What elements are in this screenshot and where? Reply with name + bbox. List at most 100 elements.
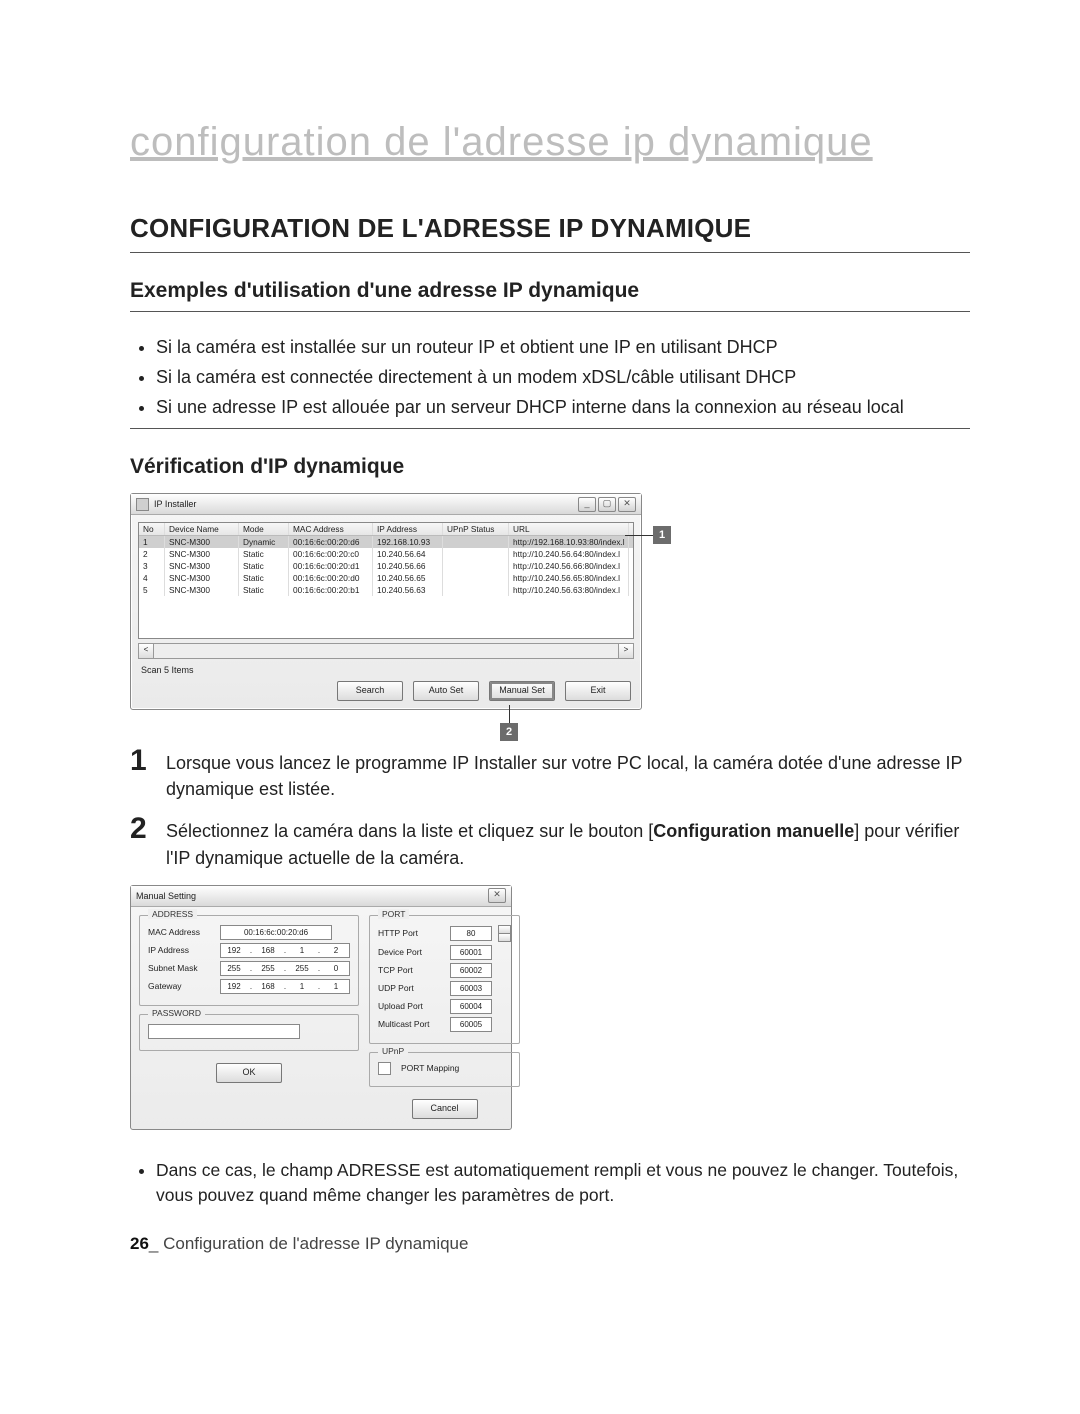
col-ip: IP Address (373, 523, 443, 535)
page-footer: 26_ Configuration de l'adresse IP dynami… (130, 1234, 970, 1254)
upload-port-label: Upload Port (378, 1001, 444, 1011)
callout-badge: 1 (653, 526, 671, 544)
callout-line (509, 705, 510, 723)
maximize-button[interactable]: ▢ (598, 497, 616, 512)
examples-list: Si la caméra est installée sur un routeu… (130, 334, 970, 420)
upnp-checkbox[interactable] (378, 1062, 391, 1075)
page-banner: configuration de l'adresse ip dynamique (130, 120, 970, 165)
table-row[interactable]: 5 SNC-M300 Static 00:16:6c:00:20:b1 10.2… (139, 584, 633, 596)
mac-label: MAC Address (148, 927, 214, 937)
titlebar: IP Installer _ ▢ ✕ (131, 494, 641, 515)
step-number: 1 (130, 746, 154, 802)
left-col: ADDRESS MAC Address 00:16:6c:00:20:d6 IP… (139, 915, 359, 1121)
close-button[interactable]: ✕ (488, 888, 506, 903)
table-row[interactable]: 2 SNC-M300 Static 00:16:6c:00:20:c0 10.2… (139, 548, 633, 560)
section-title: CONFIGURATION DE L'ADRESSE IP DYNAMIQUE (130, 213, 970, 244)
table-row[interactable]: 3 SNC-M300 Static 00:16:6c:00:20:d1 10.2… (139, 560, 633, 572)
list-item: Si une adresse IP est allouée par un ser… (156, 394, 970, 420)
http-port-label: HTTP Port (378, 928, 444, 938)
scroll-right-icon[interactable]: > (618, 643, 634, 659)
table-row[interactable]: 4 SNC-M300 Static 00:16:6c:00:20:d0 10.2… (139, 572, 633, 584)
app-icon (136, 498, 149, 511)
ip-installer-window: IP Installer _ ▢ ✕ No Device Name Mode M… (130, 493, 642, 710)
status-text: Scan 5 Items (131, 663, 641, 681)
window-buttons: ✕ (488, 888, 506, 903)
callout-2: 2 (500, 705, 518, 741)
callout-1: 1 (625, 526, 671, 544)
device-port-label: Device Port (378, 947, 444, 957)
subnet-field[interactable]: 255. 255. 255. 0 (220, 961, 350, 976)
password-field[interactable] (148, 1024, 300, 1039)
col-mode: Mode (239, 523, 289, 535)
button-row: Search Auto Set Manual Set Exit (131, 681, 641, 709)
manualset-button[interactable]: Manual Set (489, 681, 555, 701)
address-group: ADDRESS MAC Address 00:16:6c:00:20:d6 IP… (139, 915, 359, 1006)
document-page: configuration de l'adresse ip dynamique … (0, 0, 1080, 1414)
col-no: No (139, 523, 165, 535)
step-number: 2 (130, 814, 154, 870)
upnp-group: UPnP PORT Mapping (369, 1052, 520, 1087)
scroll-track[interactable] (154, 643, 618, 659)
step-2: 2 Sélectionnez la caméra dans la liste e… (130, 814, 970, 870)
minimize-button[interactable]: _ (578, 497, 596, 512)
subnet-label: Subnet Mask (148, 963, 214, 973)
ok-button[interactable]: OK (216, 1063, 282, 1083)
divider (130, 311, 970, 312)
window-title: IP Installer (154, 499, 196, 509)
gw-field[interactable]: 192. 168. 1. 1 (220, 979, 350, 994)
exit-button[interactable]: Exit (565, 681, 631, 701)
scroll-left-icon[interactable]: < (138, 643, 154, 659)
step-text: Sélectionnez la caméra dans la liste et … (166, 814, 970, 870)
titlebar: Manual Setting ✕ (131, 886, 511, 907)
col-mac: MAC Address (289, 523, 373, 535)
port-group: PORT HTTP Port80 Device Port60001 TCP Po… (369, 915, 520, 1044)
device-port-field[interactable]: 60001 (450, 945, 492, 960)
table-body: 1 SNC-M300 Dynamic 00:16:6c:00:20:d6 192… (139, 536, 633, 596)
legend: UPnP (378, 1046, 408, 1056)
multicast-port-label: Multicast Port (378, 1019, 444, 1029)
cancel-button[interactable]: Cancel (412, 1099, 478, 1119)
close-button[interactable]: ✕ (618, 497, 636, 512)
divider (130, 428, 970, 429)
upnp-label: PORT Mapping (401, 1063, 459, 1073)
callout-line (625, 535, 653, 536)
legend: PORT (378, 909, 409, 919)
manual-setting-dialog: Manual Setting ✕ ADDRESS MAC Address 00:… (130, 885, 512, 1130)
spinner[interactable] (498, 925, 511, 942)
autoset-button[interactable]: Auto Set (413, 681, 479, 701)
col-name: Device Name (165, 523, 239, 535)
dialog-title: Manual Setting (136, 891, 196, 901)
tcp-port-field[interactable]: 60002 (450, 963, 492, 978)
ip-field[interactable]: 192. 168. 1. 2 (220, 943, 350, 958)
http-port-field[interactable]: 80 (450, 926, 492, 941)
right-col: PORT HTTP Port80 Device Port60001 TCP Po… (369, 915, 520, 1121)
manual-set-bold: Configuration manuelle (653, 821, 854, 841)
device-list[interactable]: No Device Name Mode MAC Address IP Addre… (138, 522, 634, 639)
window-buttons: _ ▢ ✕ (578, 497, 636, 512)
dialog-body: ADDRESS MAC Address 00:16:6c:00:20:d6 IP… (131, 907, 511, 1129)
divider (130, 252, 970, 253)
password-group: PASSWORD (139, 1014, 359, 1051)
ip-installer-wrapper: IP Installer _ ▢ ✕ No Device Name Mode M… (130, 493, 670, 710)
legend: ADDRESS (148, 909, 197, 919)
upload-port-field[interactable]: 60004 (450, 999, 492, 1014)
subsection-verify: Vérification d'IP dynamique (130, 455, 970, 479)
note: Dans ce cas, le champ ADRESSE est automa… (130, 1158, 970, 1209)
note-item: Dans ce cas, le champ ADRESSE est automa… (156, 1158, 970, 1209)
h-scrollbar[interactable]: < > (138, 643, 634, 659)
subsection-examples: Exemples d'utilisation d'une adresse IP … (130, 279, 970, 303)
udp-port-label: UDP Port (378, 983, 444, 993)
search-button[interactable]: Search (337, 681, 403, 701)
step-1: 1 Lorsque vous lancez le programme IP In… (130, 746, 970, 802)
col-url: URL (509, 523, 629, 535)
table-row[interactable]: 1 SNC-M300 Dynamic 00:16:6c:00:20:d6 192… (139, 536, 633, 548)
tcp-port-label: TCP Port (378, 965, 444, 975)
multicast-port-field[interactable]: 60005 (450, 1017, 492, 1032)
gw-label: Gateway (148, 981, 214, 991)
callout-badge: 2 (500, 723, 518, 741)
step-text: Lorsque vous lancez le programme IP Inst… (166, 746, 970, 802)
ip-label: IP Address (148, 945, 214, 955)
mac-field: 00:16:6c:00:20:d6 (220, 925, 332, 940)
udp-port-field[interactable]: 60003 (450, 981, 492, 996)
page-number: 26 (130, 1234, 149, 1253)
